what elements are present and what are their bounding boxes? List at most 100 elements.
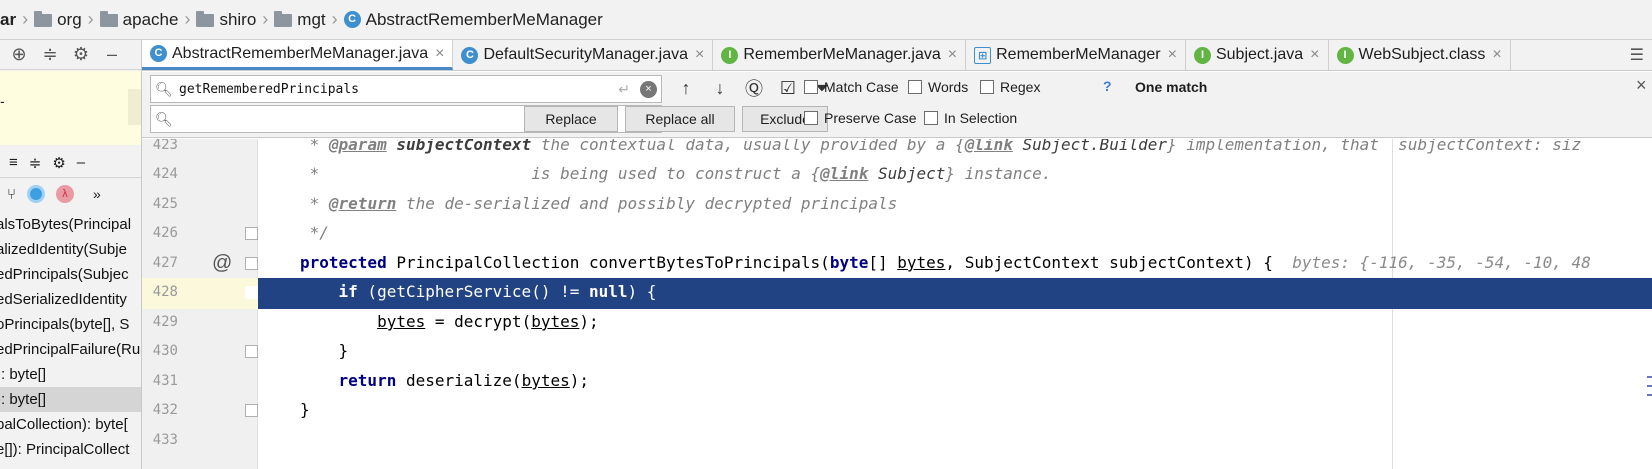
fold-marker-icon[interactable]	[245, 286, 258, 299]
fold-marker-icon[interactable]	[245, 345, 258, 358]
error-stripe-mark[interactable]	[1647, 385, 1652, 387]
code-line-427[interactable]: 427 @ protected PrincipalCollection conv…	[142, 249, 1652, 280]
list-item[interactable]: alizedIdentity(Subje	[0, 237, 141, 262]
code-text[interactable]: return deserialize(bytes);	[300, 371, 589, 390]
select-all-occurrences-icon[interactable]: ☑	[778, 78, 798, 99]
breadcrumb-item-org[interactable]: org	[34, 10, 82, 30]
breadcrumb-item-shiro[interactable]: shiro	[196, 10, 256, 30]
breadcrumb-item-mgt[interactable]: mgt	[274, 9, 326, 30]
list-item[interactable]: edPrincipalFailure(Ru	[0, 337, 141, 362]
list-item[interactable]: oPrincipals(byte[], S	[0, 312, 141, 337]
close-icon[interactable]: ×	[695, 46, 704, 64]
gear-icon[interactable]: ⚙	[71, 44, 91, 65]
tab-subject-java[interactable]: I Subject.java ×	[1186, 40, 1329, 70]
previous-occurrence-icon[interactable]: ↑	[676, 78, 696, 99]
preserve-case-checkbox[interactable]: Preserve Case	[804, 110, 917, 126]
fold-marker-icon[interactable]	[245, 227, 258, 240]
tab-abstract-remember-me-manager[interactable]: C AbstractRememberMeManager.java ×	[142, 40, 454, 70]
code-text[interactable]: * is being used to construct a {@link Su…	[300, 164, 1052, 183]
collapse-all-icon[interactable]: ≑	[29, 154, 42, 172]
fields-filter-icon[interactable]	[27, 185, 46, 203]
clear-icon[interactable]: ×	[640, 80, 657, 98]
code-line-424[interactable]: 424 * is being used to construct a {@lin…	[142, 160, 1652, 191]
words-checkbox[interactable]: Words	[908, 79, 968, 95]
folder-icon	[99, 11, 118, 27]
code-text[interactable]: bytes = decrypt(bytes);	[300, 312, 599, 331]
close-icon[interactable]: ×	[1310, 46, 1319, 64]
search-input[interactable]: 🔍︎ getRememberedPrincipals ↵ ×	[150, 75, 662, 103]
checkbox-box[interactable]	[924, 111, 938, 125]
collapse-icon[interactable]: ≑	[40, 44, 60, 65]
tab-web-subject-class[interactable]: I WebSubject.class ×	[1329, 40, 1511, 70]
code-line-425[interactable]: 425 * @return the de-serialized and poss…	[142, 190, 1652, 221]
fold-marker-icon[interactable]	[245, 404, 258, 417]
list-item[interactable]: e[]): PrincipalCollect	[0, 437, 141, 462]
find-all-icon[interactable]: Ⓠ	[744, 75, 764, 101]
code-text[interactable]: }	[300, 341, 349, 360]
code-text[interactable]: */	[300, 223, 329, 242]
tab-remember-me-manager-java[interactable]: I RememberMeManager.java ×	[713, 40, 967, 70]
newline-icon[interactable]: ↵	[618, 81, 630, 98]
list-item-selected[interactable]: ): byte[]	[0, 387, 141, 412]
breadcrumb-item-0[interactable]: ar	[0, 10, 16, 30]
regex-checkbox[interactable]: Regex	[980, 79, 1040, 95]
expand-all-icon[interactable]: ≡	[9, 154, 18, 171]
code-text[interactable]: * @param subjectContext the contextual d…	[300, 139, 1582, 154]
code-line-430[interactable]: 430 }	[142, 337, 1652, 368]
list-item[interactable]: edSerializedIdentity	[0, 287, 141, 312]
search-value[interactable]: getRememberedPrincipals	[179, 82, 618, 97]
error-stripe-mark[interactable]	[1647, 394, 1652, 396]
checkbox-box[interactable]	[980, 80, 994, 94]
code-text[interactable]: }	[300, 400, 310, 419]
close-icon[interactable]: ×	[1492, 46, 1501, 64]
breadcrumb-label: mgt	[297, 9, 326, 29]
close-icon[interactable]: ×	[948, 46, 957, 64]
code-text[interactable]: if (getCipherService() != null) {	[300, 282, 657, 301]
lambda-filter-icon[interactable]: λ	[56, 185, 75, 203]
tab-default-security-manager[interactable]: C DefaultSecurityManager.java ×	[453, 40, 714, 70]
next-occurrence-icon[interactable]: ↓	[710, 78, 730, 99]
class-icon: C	[150, 45, 167, 62]
regex-help-link[interactable]: ?	[1103, 78, 1112, 94]
minimize-icon[interactable]: –	[77, 154, 85, 171]
tab-remember-me-manager-hierarchy[interactable]: ⊞ RememberMeManager ×	[966, 40, 1186, 70]
checkbox-box[interactable]	[804, 111, 818, 125]
code-line-432[interactable]: 432 }	[142, 396, 1652, 427]
code-line-431[interactable]: 431 return deserialize(bytes);	[142, 367, 1652, 398]
code-line-426[interactable]: 426 */	[142, 219, 1652, 250]
replace-all-button[interactable]: Replace all	[625, 106, 735, 132]
close-icon[interactable]: ×	[1168, 46, 1177, 64]
in-selection-checkbox[interactable]: In Selection	[924, 110, 1017, 126]
list-item[interactable]: ): byte[]	[0, 362, 141, 387]
folder-icon	[34, 11, 53, 27]
code-line-433[interactable]: 433	[142, 426, 1652, 457]
interface-icon: I	[721, 46, 739, 64]
list-item[interactable]: edPrincipals(Subjec	[0, 262, 141, 287]
match-case-checkbox[interactable]: Match Case	[804, 79, 899, 95]
code-line-428-current[interactable]: 428 if (getCipherService() != null) {	[142, 278, 1652, 309]
list-item[interactable]: palCollection): byte[	[0, 412, 141, 437]
code-text[interactable]: * @return the de-serialized and possibly…	[300, 194, 898, 213]
gear-icon[interactable]: ⚙	[52, 154, 65, 172]
code-editor[interactable]: 423 * @param subjectContext the contextu…	[142, 139, 1652, 469]
more-icon[interactable]: »	[93, 186, 101, 202]
breadcrumb-item-apache[interactable]: apache	[99, 10, 178, 30]
override-marker-icon[interactable]: @	[212, 252, 232, 275]
close-icon[interactable]: ×	[435, 45, 444, 63]
checkbox-box[interactable]	[804, 80, 818, 94]
breadcrumb-item-class[interactable]: C AbstractRememberMeManager	[343, 10, 603, 30]
banner-notch	[128, 89, 141, 125]
code-line-429[interactable]: 429 bytes = decrypt(bytes);	[142, 308, 1652, 339]
locate-icon[interactable]: ⊕	[9, 44, 29, 65]
tab-list-icon[interactable]: ☰	[1622, 40, 1652, 70]
replace-button[interactable]: Replace	[524, 106, 618, 132]
close-icon[interactable]: ×	[1636, 75, 1647, 96]
code-line-423[interactable]: 423 * @param subjectContext the contextu…	[142, 139, 1652, 162]
error-stripe-mark[interactable]	[1647, 376, 1652, 378]
list-item[interactable]: alsToBytes(Principal	[0, 212, 141, 237]
fold-marker-icon[interactable]	[245, 257, 258, 270]
code-text[interactable]: protected PrincipalCollection convertByt…	[300, 253, 1591, 272]
minimize-icon[interactable]: –	[102, 44, 122, 65]
inherited-filter-icon[interactable]: ⑂	[7, 186, 16, 203]
checkbox-box[interactable]	[908, 80, 922, 94]
